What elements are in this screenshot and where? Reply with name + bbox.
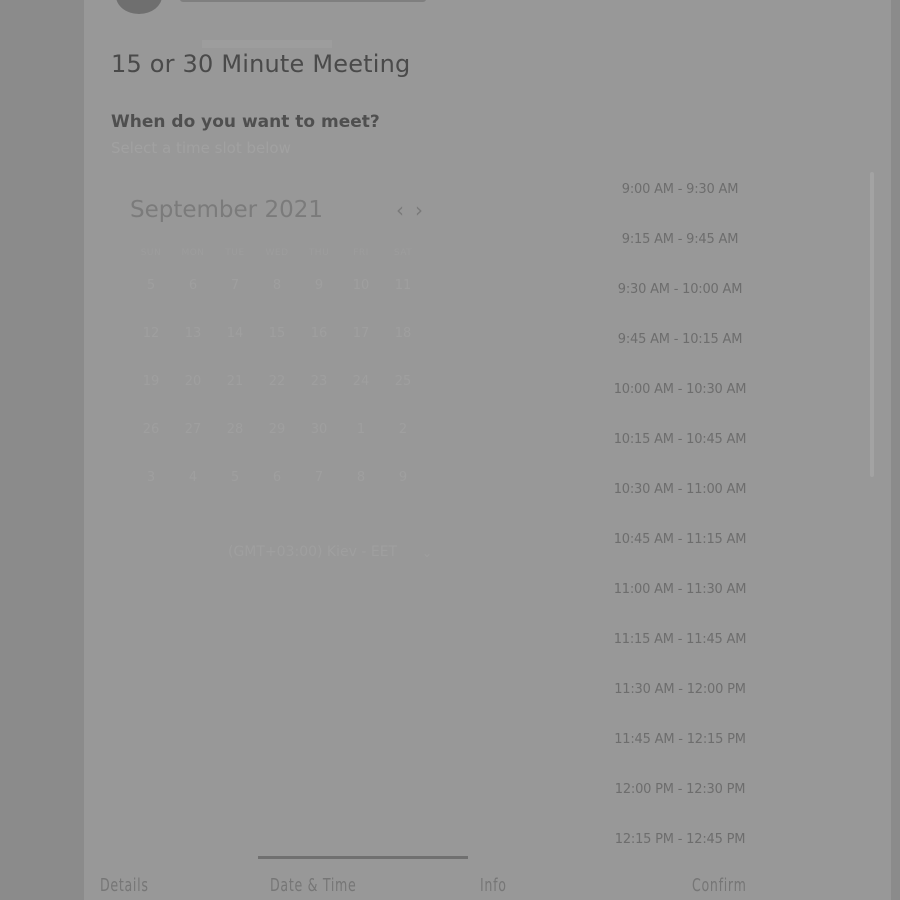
calendar-weekday-header: SUN MON TUE WED THU FRI SAT <box>130 248 424 258</box>
calendar-day[interactable]: 8 <box>256 272 298 320</box>
background-left <box>0 0 84 900</box>
calendar-day[interactable]: 6 <box>256 464 298 512</box>
calendar-month-label: September 2021 <box>130 197 323 223</box>
time-slot[interactable]: 9:00 AM - 9:30 AM <box>564 180 796 230</box>
time-slot[interactable]: 9:30 AM - 10:00 AM <box>564 280 796 330</box>
calendar-day[interactable]: 29 <box>256 416 298 464</box>
calendar-day[interactable]: 11 <box>382 272 424 320</box>
weekday-label: WED <box>265 248 289 258</box>
tab-date-time[interactable]: Date & Time <box>270 875 356 896</box>
active-tab-indicator <box>258 856 468 859</box>
time-slot[interactable]: 11:00 AM - 11:30 AM <box>564 580 796 630</box>
calendar-day[interactable]: 28 <box>214 416 256 464</box>
calendar-week: 19 20 21 22 23 24 25 <box>130 368 424 416</box>
chevron-left-icon[interactable]: ‹ <box>396 200 404 220</box>
calendar-week: 12 13 14 15 16 17 18 <box>130 320 424 368</box>
calendar-day[interactable]: 30 <box>298 416 340 464</box>
section-subnote: Select a time slot below <box>111 139 291 157</box>
tab-details[interactable]: Details <box>100 875 149 896</box>
slot-scrollbar[interactable] <box>870 172 874 477</box>
calendar-day[interactable]: 22 <box>256 368 298 416</box>
booking-panel: 15 or 30 Minute Meeting When do you want… <box>84 0 891 900</box>
calendar-day[interactable]: 10 <box>340 272 382 320</box>
time-slot[interactable]: 10:45 AM - 11:15 AM <box>564 530 796 580</box>
calendar-day[interactable]: 3 <box>130 464 172 512</box>
calendar-day[interactable]: 13 <box>172 320 214 368</box>
time-slot[interactable]: 9:15 AM - 9:45 AM <box>564 230 796 280</box>
calendar-day[interactable]: 18 <box>382 320 424 368</box>
time-slot[interactable]: 10:30 AM - 11:00 AM <box>564 480 796 530</box>
calendar-day[interactable]: 2 <box>382 416 424 464</box>
weekday-label: TUE <box>225 248 245 258</box>
tab-confirm[interactable]: Confirm <box>692 875 747 896</box>
calendar-day[interactable]: 9 <box>382 464 424 512</box>
time-slot[interactable]: 11:30 AM - 12:00 PM <box>564 680 796 730</box>
weekday-label: SAT <box>393 248 413 258</box>
calendar-day[interactable]: 4 <box>172 464 214 512</box>
calendar-day[interactable]: 26 <box>130 416 172 464</box>
calendar-week: 3 4 5 6 7 8 9 <box>130 464 424 512</box>
time-slot-list: 9:00 AM - 9:30 AM 9:15 AM - 9:45 AM 9:30… <box>564 180 796 880</box>
background-right <box>891 0 900 900</box>
host-name-bar <box>180 0 426 2</box>
calendar-day[interactable]: 7 <box>214 272 256 320</box>
calendar-grid: 5 6 7 8 9 10 11 12 13 14 15 16 17 18 19 … <box>130 272 424 512</box>
time-slot[interactable]: 12:00 PM - 12:30 PM <box>564 780 796 830</box>
time-slot[interactable]: 11:45 AM - 12:15 PM <box>564 730 796 780</box>
calendar-day[interactable]: 24 <box>340 368 382 416</box>
calendar-day[interactable]: 14 <box>214 320 256 368</box>
tab-info[interactable]: Info <box>480 875 507 896</box>
time-slot[interactable]: 10:00 AM - 10:30 AM <box>564 380 796 430</box>
weekday-label: THU <box>308 248 330 258</box>
time-slot[interactable]: 11:15 AM - 11:45 AM <box>564 630 796 680</box>
timezone-select[interactable]: (GMT+03:00) Kiev - EET <box>228 544 397 560</box>
calendar-day[interactable]: 25 <box>382 368 424 416</box>
calendar-week: 5 6 7 8 9 10 11 <box>130 272 424 320</box>
calendar-day[interactable]: 16 <box>298 320 340 368</box>
calendar-day[interactable]: 15 <box>256 320 298 368</box>
calendar-day[interactable]: 9 <box>298 272 340 320</box>
chevron-right-icon[interactable]: › <box>415 200 423 220</box>
calendar-day[interactable]: 12 <box>130 320 172 368</box>
weekday-label: MON <box>181 248 205 258</box>
calendar-day[interactable]: 6 <box>172 272 214 320</box>
calendar-day[interactable]: 20 <box>172 368 214 416</box>
calendar-week: 26 27 28 29 30 1 2 <box>130 416 424 464</box>
time-slot[interactable]: 10:15 AM - 10:45 AM <box>564 430 796 480</box>
calendar-day[interactable]: 17 <box>340 320 382 368</box>
bottom-tabs: Details Date & Time Info Confirm <box>84 870 891 900</box>
calendar-day[interactable]: 27 <box>172 416 214 464</box>
calendar-day[interactable]: 1 <box>340 416 382 464</box>
time-slot[interactable]: 9:45 AM - 10:15 AM <box>564 330 796 380</box>
event-title: 15 or 30 Minute Meeting <box>111 50 411 78</box>
host-avatar <box>116 0 162 14</box>
calendar-day[interactable]: 5 <box>214 464 256 512</box>
chevron-down-icon[interactable]: ⌄ <box>422 546 432 560</box>
calendar-day[interactable]: 7 <box>298 464 340 512</box>
calendar-day[interactable]: 21 <box>214 368 256 416</box>
weekday-label: FRI <box>353 248 369 258</box>
weekday-label: SUN <box>140 248 162 258</box>
calendar-day[interactable]: 19 <box>130 368 172 416</box>
calendar-day[interactable]: 23 <box>298 368 340 416</box>
calendar-day[interactable]: 8 <box>340 464 382 512</box>
calendar-day[interactable]: 5 <box>130 272 172 320</box>
section-question: When do you want to meet? <box>111 112 380 132</box>
faded-line <box>202 40 332 48</box>
